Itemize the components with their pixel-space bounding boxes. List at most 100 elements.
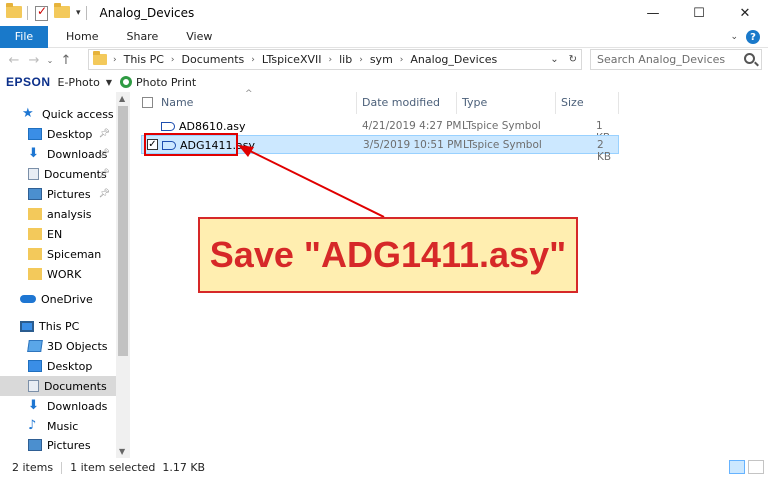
breadcrumb-lib[interactable]: lib — [339, 53, 352, 66]
maximize-button[interactable]: ☐ — [676, 0, 722, 26]
document-icon — [28, 380, 39, 392]
large-icons-view-icon[interactable] — [748, 460, 764, 474]
up-arrow-icon[interactable]: ↑ — [56, 53, 76, 68]
epson-logo: EPSON — [6, 75, 51, 89]
breadcrumb-ltspicexvii[interactable]: LTspiceXVII — [262, 53, 322, 66]
help-icon[interactable]: ? — [746, 30, 760, 44]
star-icon: ★ — [22, 106, 34, 121]
music-icon: ♪ — [28, 418, 37, 433]
breadcrumb-sym[interactable]: sym — [370, 53, 393, 66]
sidebar-item-spiceman[interactable]: Spiceman — [0, 244, 116, 264]
download-icon: ⬇ — [28, 146, 39, 161]
pin-icon[interactable]: 📌︎ — [99, 129, 110, 139]
column-divider[interactable] — [456, 92, 457, 114]
scroll-down-icon[interactable]: ▼ — [119, 447, 125, 456]
chevron-right-icon[interactable]: › — [171, 55, 175, 65]
sidebar-item-music[interactable]: ♪ Music — [0, 416, 116, 436]
refresh-icon[interactable]: ↻ — [569, 54, 577, 65]
chevron-right-icon[interactable]: › — [400, 55, 404, 65]
chevron-right-icon[interactable]: › — [359, 55, 363, 65]
sidebar-item-label: EN — [47, 227, 63, 241]
pin-icon[interactable]: 📌︎ — [99, 189, 110, 199]
photo-print-icon — [119, 76, 132, 88]
pin-icon[interactable]: 📌︎ — [99, 149, 110, 159]
ribbon-right-controls: ⌄ ? — [730, 30, 760, 44]
breadcrumb-this-pc[interactable]: This PC — [124, 53, 164, 66]
divider — [85, 6, 87, 20]
sidebar-item-label: Pictures — [47, 438, 91, 452]
download-icon: ⬇ — [28, 398, 39, 413]
ephoto-button[interactable]: E-Photo — [58, 76, 100, 89]
column-header-date[interactable]: Date modified — [362, 96, 440, 109]
sidebar-item-downloads-pc[interactable]: ⬇ Downloads — [0, 396, 116, 416]
sidebar-item-desktop[interactable]: Desktop 📌︎ — [0, 124, 116, 144]
search-icon[interactable] — [744, 53, 755, 64]
customize-quick-access-icon[interactable]: ▾ — [76, 8, 81, 18]
navigation-pane[interactable]: ★ Quick access Desktop 📌︎ ⬇ Downloads 📌︎… — [0, 92, 130, 458]
details-view-icon[interactable] — [729, 460, 745, 474]
sidebar-item-analysis[interactable]: analysis — [0, 204, 116, 224]
sidebar-item-label: This PC — [39, 319, 80, 333]
sidebar-item-onedrive[interactable]: OneDrive — [0, 289, 116, 309]
tab-file[interactable]: File — [0, 25, 48, 48]
sidebar-item-desktop-pc[interactable]: Desktop — [0, 356, 116, 376]
column-header-name[interactable]: Name — [161, 96, 193, 109]
sidebar-item-work[interactable]: WORK — [0, 264, 116, 284]
breadcrumb-documents[interactable]: Documents — [182, 53, 245, 66]
file-type: LTspice Symbol — [462, 120, 541, 132]
search-placeholder: Search Analog_Devices — [597, 53, 726, 66]
view-toggles — [729, 460, 764, 474]
sidebar-item-label: Documents — [44, 167, 107, 181]
sidebar-item-quick-access[interactable]: ★ Quick access — [0, 104, 116, 124]
sidebar-item-label: Documents — [44, 379, 107, 393]
forward-arrow-icon[interactable]: → — [24, 53, 44, 68]
new-folder-icon[interactable] — [54, 3, 70, 20]
chevron-right-icon[interactable]: › — [329, 55, 333, 65]
chevron-right-icon[interactable]: › — [251, 55, 255, 65]
tab-home[interactable]: Home — [52, 30, 112, 43]
sidebar-item-label: Quick access — [42, 107, 114, 121]
properties-icon[interactable] — [35, 4, 48, 21]
minimize-button[interactable]: — — [630, 0, 676, 26]
select-all-checkbox[interactable] — [142, 97, 153, 108]
sidebar-item-downloads[interactable]: ⬇ Downloads 📌︎ — [0, 144, 116, 164]
window-title: Analog_Devices — [99, 6, 195, 20]
back-arrow-icon[interactable]: ← — [4, 53, 24, 68]
pin-icon[interactable]: 📌︎ — [99, 169, 110, 179]
chevron-down-icon[interactable]: ▼ — [106, 78, 112, 87]
computer-icon — [20, 320, 34, 332]
sidebar-item-en[interactable]: EN — [0, 224, 116, 244]
column-divider[interactable] — [618, 92, 619, 114]
file-date: 4/21/2019 4:27 PM — [362, 120, 462, 132]
sidebar-item-documents-pc[interactable]: Documents — [0, 376, 116, 396]
column-divider[interactable] — [555, 92, 556, 114]
recent-locations-icon[interactable]: ⌄ — [44, 56, 56, 65]
breadcrumb-analog-devices[interactable]: Analog_Devices — [410, 53, 497, 66]
tab-share[interactable]: Share — [112, 30, 172, 43]
file-name: AD8610.asy — [179, 120, 246, 133]
column-header-type[interactable]: Type — [462, 96, 487, 109]
sidebar-item-label: Music — [47, 419, 79, 433]
sidebar-item-3d-objects[interactable]: 3D Objects — [0, 336, 116, 356]
scrollbar-thumb[interactable] — [118, 106, 128, 356]
expand-ribbon-icon[interactable]: ⌄ — [730, 32, 738, 42]
photo-print-button[interactable]: Photo Print — [136, 76, 196, 89]
sidebar-item-pictures[interactable]: Pictures 📌︎ — [0, 184, 116, 204]
scroll-up-icon[interactable]: ▲ — [119, 94, 125, 103]
sidebar-item-this-pc[interactable]: This PC — [0, 316, 116, 336]
sidebar-scrollbar[interactable]: ▲ ▼ — [116, 92, 130, 458]
selection-info: 1 item selected 1.17 KB — [70, 461, 206, 474]
folder-icon — [28, 248, 42, 260]
search-input[interactable]: Search Analog_Devices — [590, 49, 762, 70]
sidebar-item-documents[interactable]: Documents 📌︎ — [0, 164, 116, 184]
3d-objects-icon — [27, 340, 43, 352]
column-divider[interactable] — [356, 92, 357, 114]
divider — [61, 461, 63, 474]
close-button[interactable]: ✕ — [722, 0, 768, 26]
chevron-down-icon[interactable]: ⌄ — [550, 54, 558, 65]
sidebar-item-pictures-pc[interactable]: Pictures — [0, 435, 116, 455]
cloud-icon — [20, 295, 36, 303]
address-bar[interactable]: › This PC › Documents › LTspiceXVII › li… — [88, 49, 582, 70]
column-header-size[interactable]: Size — [561, 96, 584, 109]
tab-view[interactable]: View — [172, 30, 226, 43]
